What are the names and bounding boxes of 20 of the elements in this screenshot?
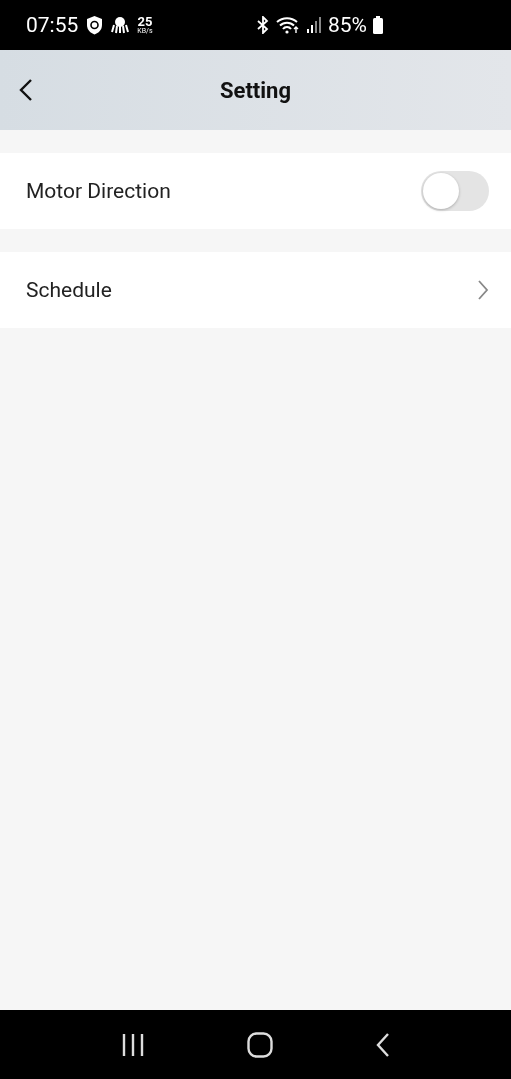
page-title: Setting [219, 77, 291, 103]
wifi-icon [276, 16, 300, 34]
clock-time: 07:55 [26, 13, 79, 37]
back-icon [18, 78, 34, 102]
settings-row[interactable]: Motor Direction [0, 153, 511, 229]
battery-percent: 85% [328, 13, 367, 37]
signal-icon [306, 17, 322, 33]
recent-apps-icon[interactable] [121, 1033, 146, 1056]
back-icon[interactable] [375, 1032, 390, 1057]
home-icon[interactable] [247, 1031, 274, 1058]
bluetooth-icon [256, 16, 270, 34]
speed-value: 25 [137, 15, 153, 28]
battery-icon [373, 16, 383, 34]
shield-icon [86, 15, 104, 35]
setting-label: Schedule [26, 278, 112, 302]
setting-label: Motor Direction [26, 179, 171, 203]
settings-row[interactable]: Schedule [0, 252, 511, 328]
octopus-icon [111, 16, 130, 34]
chevron-right-icon [477, 279, 489, 301]
toggle-switch[interactable] [421, 171, 489, 211]
